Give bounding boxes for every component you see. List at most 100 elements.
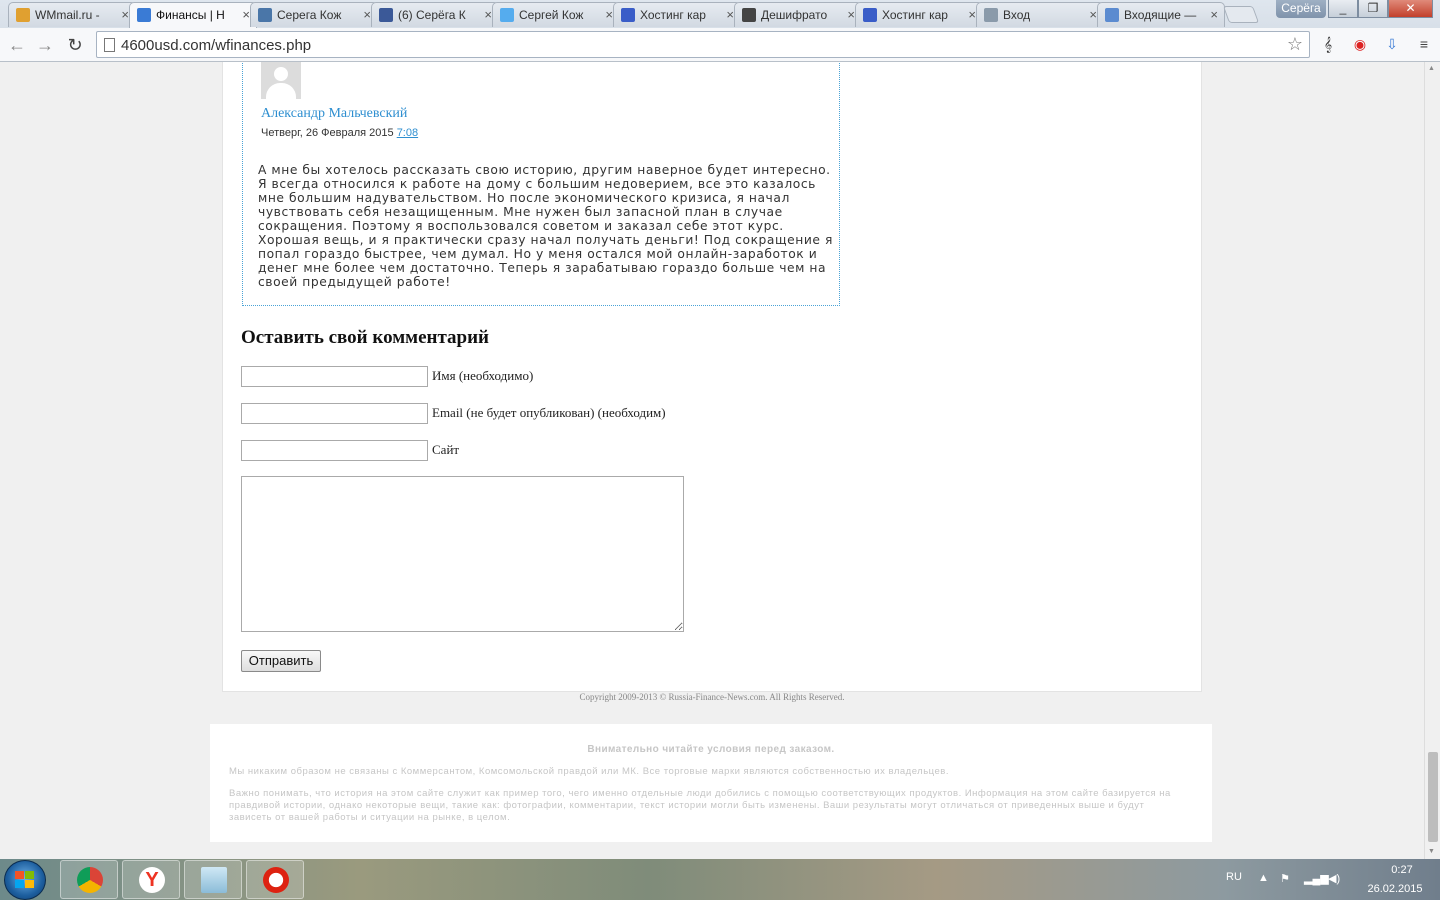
yandex-browser-icon: Y [139,867,165,893]
back-icon[interactable]: ← [6,34,28,56]
submit-button[interactable]: Отправить [241,650,321,672]
reload-icon[interactable]: ↻ [64,34,86,56]
k-site-icon [863,8,877,22]
browser-tab[interactable]: Финансы | Н × [129,2,257,28]
browser-tab[interactable]: WMmail.ru - × [8,2,136,27]
music-extension-icon[interactable]: 𝄞 [1318,34,1338,54]
comment-time-link[interactable]: 7:08 [397,127,418,139]
tab-close-icon[interactable]: × [121,7,129,22]
menu-icon[interactable]: ≡ [1414,34,1434,54]
address-bar[interactable]: 4600usd.com/wfinances.php ☆ [96,31,1310,58]
comment-date: Четверг, 26 Февраля 2015 [261,127,394,139]
browser-tab[interactable]: Серега Кож × [250,2,378,27]
taskbar-opera[interactable] [246,860,304,899]
close-window-button[interactable]: ✕ [1388,0,1433,18]
tab-title: Хостинг кар [882,8,948,22]
browser-tab[interactable]: (6) Серёга К × [371,2,499,27]
system-tray: RU ▲ ⚑ ▂▄▆ ◀) 0:27 26.02.2015 [1222,859,1440,900]
taskbar-yandex[interactable]: Y [122,860,180,899]
browser-tab[interactable]: Входящие — × [1097,2,1225,27]
browser-tab[interactable]: Сергей Кож × [492,2,620,27]
windows-logo-icon [15,871,35,889]
url-text: 4600usd.com/wfinances.php [121,37,312,54]
tab-close-icon[interactable]: × [726,7,734,22]
tab-title: Дешифрато [761,8,828,22]
comment-date-line: Четверг, 26 Февраля 2015 7:08 [261,127,418,139]
disclaimer-title: Внимательно читайте условия перед заказо… [587,744,835,755]
name-input[interactable] [241,366,428,387]
tab-close-icon[interactable]: × [1210,7,1218,22]
download-extension-icon[interactable]: ⇩ [1382,34,1402,54]
comment-textarea[interactable] [241,476,684,632]
taskbar-notepad[interactable] [184,860,242,899]
tab-title: Вход [1003,8,1031,22]
tab-close-icon[interactable]: × [363,7,371,22]
site-label: Сайт [432,442,460,457]
facebook-icon [379,8,393,22]
page-icon [104,38,115,52]
browser-tab[interactable]: Хостинг кар × [855,2,983,27]
tab-title: Финансы | Н [156,8,225,22]
email-input[interactable] [241,403,428,424]
language-indicator[interactable]: RU [1226,871,1242,883]
clock-time[interactable]: 0:27 [1372,864,1432,876]
tab-title: Входящие — [1124,8,1197,22]
vertical-scrollbar[interactable]: ▲ ▼ [1424,62,1440,859]
tab-title: Хостинг кар [640,8,706,22]
tab-close-icon[interactable]: × [1089,7,1097,22]
comment-form-title: Оставить свой комментарий [241,327,490,348]
notepad-icon [201,867,227,893]
maximize-button[interactable]: ❐ [1358,0,1388,18]
site-input[interactable] [241,440,428,461]
disclaimer-paragraph-1: Мы никаким образом не связаны с Коммерса… [229,766,949,777]
comment-author[interactable]: Александр Мальчевский [261,106,407,122]
scroll-up-icon[interactable]: ▲ [1428,65,1435,72]
tab-close-icon[interactable]: × [968,7,976,22]
tab-strip: WMmail.ru - × Финансы | Н × Серега Кож × (6) С… [0,0,1260,28]
disclaimer-paragraph-2: Важно понимать, что история на этом сайт… [229,788,1171,823]
tab-title: WMmail.ru - [35,8,100,22]
page-viewport: Александр Мальчевский Четверг, 26 Феврал… [0,62,1424,859]
tab-close-icon[interactable]: × [605,7,613,22]
windows-taskbar: Y RU ▲ ⚑ ▂▄▆ ◀) 0:27 26.02.2015 [0,859,1440,900]
browser-tab[interactable]: Дешифрато × [734,2,862,27]
start-button[interactable] [4,860,46,900]
browser-tab[interactable]: Хостинг кар × [613,2,741,27]
disclaimer-box: Внимательно читайте условия перед заказо… [210,724,1212,842]
taskbar-chrome[interactable] [60,860,118,899]
action-center-icon[interactable]: ⚑ [1280,872,1290,885]
minimize-button[interactable]: _ [1328,0,1358,18]
comment-card: Александр Мальчевский Четверг, 26 Феврал… [242,62,840,306]
vk-icon [258,8,272,22]
profile-button[interactable]: Серёга [1276,0,1326,18]
scroll-down-icon[interactable]: ▼ [1428,848,1435,855]
clock-date[interactable]: 26.02.2015 [1358,883,1432,895]
network-icon[interactable]: ▂▄▆ [1304,872,1329,885]
mail-icon [1105,8,1119,22]
adblock-extension-icon[interactable]: ◉ [1350,34,1370,54]
opera-icon [263,867,289,893]
bookmark-star-icon[interactable]: ☆ [1287,34,1303,55]
avatar [261,62,301,99]
tab-close-icon[interactable]: × [484,7,492,22]
new-tab-button[interactable] [1222,6,1260,23]
copyright-text: Copyright 2009-2013 © Russia-Finance-New… [579,692,845,702]
tab-close-icon[interactable]: × [847,7,855,22]
finance-site-icon [137,8,151,22]
content-panel: Александр Мальчевский Четверг, 26 Феврал… [222,62,1202,692]
k-site-icon [621,8,635,22]
volume-icon[interactable]: ◀) [1328,872,1340,885]
twitter-icon [500,8,514,22]
tab-close-icon[interactable]: × [242,7,250,22]
name-label: Имя (необходимо) [432,368,534,383]
tab-title: Серега Кож [277,8,342,22]
scrollbar-thumb[interactable] [1428,752,1438,842]
browser-chrome: WMmail.ru - × Финансы | Н × Серега Кож × (6) С… [0,0,1440,62]
forward-icon[interactable]: → [34,34,56,56]
show-hidden-icons-icon[interactable]: ▲ [1258,872,1269,884]
browser-tab[interactable]: Вход × [976,2,1104,27]
browser-toolbar: ← → ↻ 4600usd.com/wfinances.php ☆ 𝄞 ◉ ⇩ … [0,28,1440,62]
wmmail-icon [16,8,30,22]
tab-title: Сергей Кож [519,8,584,22]
chrome-icon [77,867,103,893]
